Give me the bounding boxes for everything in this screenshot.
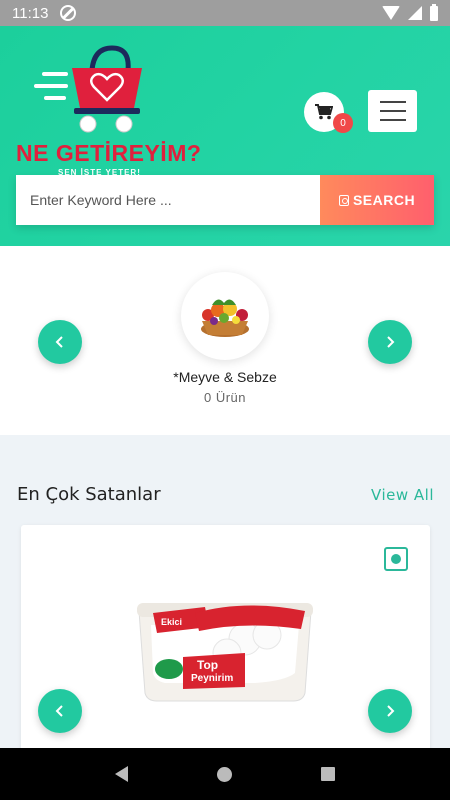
view-all-link[interactable]: View All (371, 486, 434, 504)
search-button[interactable]: SEARCH (320, 175, 434, 225)
best-sellers-section: En Çok Satanlar View All Ekici Top Peyni… (0, 436, 450, 755)
product-name-line-2: Peynirim (191, 673, 233, 684)
category-next-button[interactable] (368, 320, 412, 364)
category-name: *Meyve & Sebze (173, 369, 277, 385)
menu-bar-icon (379, 101, 406, 103)
search-icon (338, 194, 349, 206)
product-name-line-1: Top (197, 658, 218, 672)
battery-icon (430, 3, 438, 21)
signal-icon (408, 6, 422, 20)
product-brand-text: Ekici (161, 617, 182, 627)
fruit-basket-image (201, 299, 249, 337)
product-next-button[interactable] (368, 689, 412, 733)
status-time: 11:13 (12, 4, 49, 22)
product-card[interactable]: Ekici Top Peynirim (21, 525, 430, 755)
app-header: NE GETİREYİM? SEN İSTE YETER! 0 SEARCH (0, 26, 450, 246)
shopping-cart-logo-icon (34, 45, 142, 133)
chevron-right-icon (387, 336, 395, 348)
chevron-right-icon (387, 705, 395, 717)
category-item-meyve-sebze[interactable] (181, 272, 269, 360)
chevron-left-icon (55, 705, 63, 717)
wifi-icon (382, 6, 400, 20)
back-icon[interactable] (114, 766, 128, 782)
category-product-count: 0 Ürün (203, 390, 247, 405)
category-prev-button[interactable] (38, 320, 82, 364)
search-bar: SEARCH (16, 175, 434, 225)
cart-icon (315, 104, 333, 120)
recent-apps-icon[interactable] (321, 767, 336, 781)
product-image: Ekici Top Peynirim (137, 603, 313, 702)
menu-bar-icon (379, 119, 406, 121)
sync-icon (60, 5, 77, 21)
product-prev-button[interactable] (38, 689, 82, 733)
status-bar: 11:13 (0, 0, 450, 26)
section-title: En Çok Satanlar (17, 484, 161, 505)
menu-bar-icon (379, 110, 406, 112)
category-carousel: *Meyve & Sebze 0 Ürün (0, 246, 450, 435)
system-navigation-bar (0, 748, 450, 800)
search-input[interactable] (16, 175, 320, 225)
chevron-left-icon (55, 336, 63, 348)
logo-title: NE GETİREYİM? (16, 140, 202, 166)
select-product-checkbox[interactable] (384, 547, 408, 571)
home-icon[interactable] (216, 766, 232, 782)
cart-count-badge: 0 (333, 113, 353, 133)
selected-dot-icon (391, 554, 401, 564)
brand-logo[interactable]: NE GETİREYİM? SEN İSTE YETER! (14, 44, 201, 177)
status-icons (382, 3, 438, 21)
search-button-label: SEARCH (352, 192, 416, 208)
hamburger-menu-button[interactable] (368, 90, 417, 132)
